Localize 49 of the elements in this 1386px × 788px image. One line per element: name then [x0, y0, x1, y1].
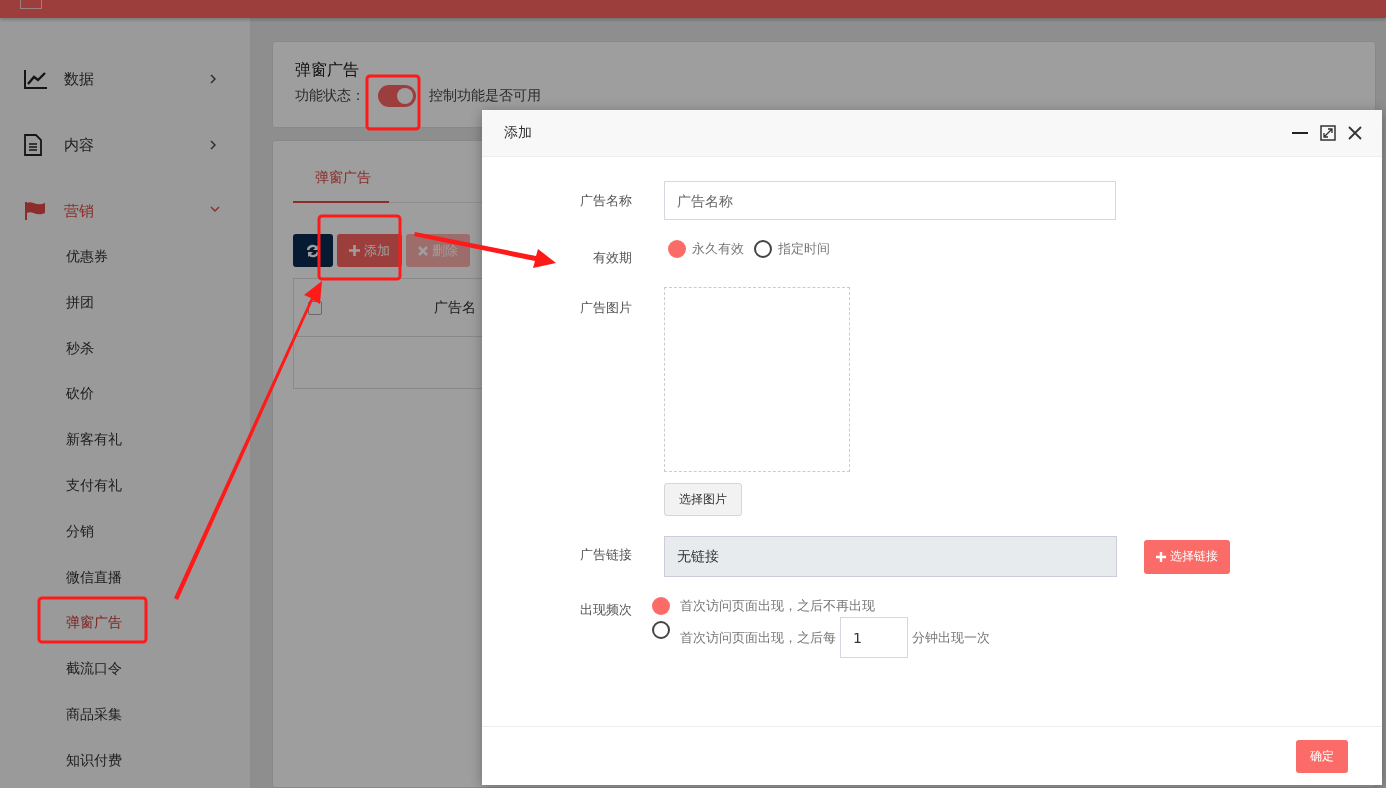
- maximize-icon[interactable]: [1320, 125, 1336, 141]
- tab[interactable]: 弹窗广告: [293, 141, 389, 203]
- sidebar-subitem[interactable]: 弹窗广告: [66, 600, 122, 647]
- sidebar-subitem[interactable]: 分销: [66, 508, 94, 555]
- sidebar-subitem[interactable]: 支付有礼: [66, 463, 122, 509]
- field-label: 广告链接: [579, 546, 632, 564]
- toggle-switch[interactable]: [378, 85, 416, 107]
- sidebar-subitem[interactable]: 商品采集: [66, 691, 122, 738]
- close-icon[interactable]: [1348, 126, 1362, 140]
- radio-button[interactable]: [652, 621, 670, 639]
- sidebar-subitem[interactable]: 砍价: [66, 371, 94, 418]
- field-label: 广告名称: [579, 192, 632, 210]
- status-hint: 控制功能是否可用: [429, 87, 541, 105]
- refresh-icon: [306, 243, 320, 258]
- logo-icon: [20, 0, 42, 9]
- radio-label: 指定时间: [778, 240, 830, 258]
- page-title: 弹窗广告: [295, 60, 359, 81]
- minutes-field[interactable]: 1: [840, 617, 908, 658]
- flag-icon: [24, 201, 46, 221]
- refresh-button[interactable]: [293, 234, 333, 267]
- radio-label: 首次访问页面出现，之后不再出现: [680, 597, 875, 615]
- radio-button[interactable]: [652, 597, 670, 615]
- sidebar-subitem[interactable]: 新客有礼: [66, 417, 122, 463]
- status-label: 功能状态：: [295, 87, 365, 105]
- sidebar-item[interactable]: 数据: [0, 46, 250, 112]
- link-field: 无链接: [664, 536, 1117, 577]
- sidebar-subitem[interactable]: 知识付费: [66, 737, 122, 784]
- sidebar-subitem[interactable]: 拼团: [66, 279, 94, 326]
- plus-icon: [349, 245, 360, 256]
- document-icon: [24, 134, 42, 156]
- sidebar-subitem[interactable]: 截流口令: [66, 646, 122, 692]
- sidebar-subitem[interactable]: 微信直播: [66, 554, 122, 601]
- line-chart-icon: [24, 69, 48, 89]
- radio-label: 永久有效: [692, 240, 744, 258]
- highlight-frame: [365, 74, 421, 131]
- sidebar-item[interactable]: 内容: [0, 112, 250, 178]
- radio-label: 首次访问页面出现，之后每: [680, 628, 836, 647]
- radio-button[interactable]: [754, 240, 772, 258]
- unit-label: 分钟出现一次: [912, 628, 990, 647]
- dialog-title: 添加: [504, 124, 533, 142]
- choose-image-button[interactable]: 选择图片: [664, 483, 742, 516]
- field-label: 广告图片: [579, 299, 632, 317]
- column-header: 广告名: [434, 298, 476, 317]
- plus-icon: [1156, 551, 1166, 562]
- sidebar-subitem[interactable]: 秒杀: [66, 325, 94, 372]
- text-field[interactable]: 广告名称: [664, 181, 1116, 220]
- field-label: 出现频次: [579, 601, 632, 619]
- field-label: 有效期: [592, 249, 632, 267]
- radio-button[interactable]: [668, 240, 686, 258]
